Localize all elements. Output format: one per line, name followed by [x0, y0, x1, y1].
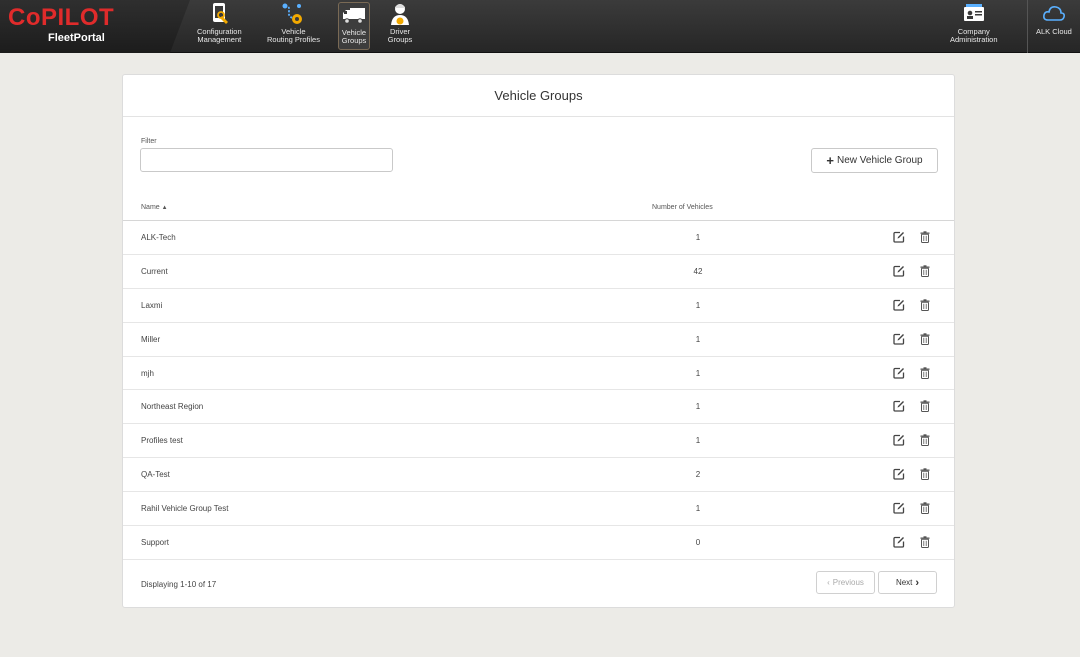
new-vehicle-group-label: New Vehicle Group	[836, 155, 923, 166]
trash-icon[interactable]	[920, 468, 930, 481]
nav-company-administration[interactable]: Company Administration	[950, 2, 998, 50]
table-row: ALK-Tech 1	[123, 221, 954, 255]
trash-icon[interactable]	[920, 265, 930, 277]
vehicle-groups-panel: Vehicle Groups Filter + New Vehicle Grou…	[122, 74, 955, 608]
vehicle-count: 1	[695, 334, 701, 344]
group-name: Laxmi	[141, 300, 163, 310]
edit-icon[interactable]	[893, 367, 905, 379]
sort-ascending-icon: ▲	[161, 205, 168, 211]
table-row: Northeast Region 1	[123, 390, 954, 425]
trash-icon[interactable]	[920, 366, 930, 379]
column-header-name[interactable]: Name ▲	[141, 204, 168, 211]
nav-driver-groups-label-2: Groups	[387, 35, 413, 44]
driver-icon	[391, 4, 409, 25]
group-name: Northeast Region	[141, 402, 204, 412]
trash-icon[interactable]	[920, 536, 930, 549]
group-name: Support	[141, 538, 170, 548]
page-title: Vehicle Groups	[123, 75, 954, 117]
column-name-label: Name	[141, 204, 160, 211]
nav-cloud-label: ALK Cloud	[1036, 27, 1072, 36]
filter-input[interactable]	[140, 148, 393, 172]
group-name: QA-Test	[141, 470, 170, 480]
nav-driver-groups[interactable]: Driver Groups	[387, 2, 413, 50]
vehicle-count: 1	[695, 402, 701, 412]
next-page-button[interactable]: Next ›	[878, 571, 937, 594]
trash-icon[interactable]	[920, 502, 930, 515]
trash-icon[interactable]	[920, 299, 930, 311]
group-name: Miller	[141, 334, 161, 344]
group-name: ALK-Tech	[141, 233, 176, 242]
vehicle-count: 1	[695, 504, 701, 514]
table-row: Profiles test 1	[123, 424, 954, 459]
trash-icon[interactable]	[920, 332, 930, 345]
vehicle-count: 1	[695, 436, 701, 446]
vehicle-count: 1	[695, 368, 701, 378]
edit-icon[interactable]	[893, 468, 905, 480]
group-name: Profiles test	[141, 436, 183, 446]
table-row: QA-Test 2	[123, 458, 954, 493]
table-row: Support 0	[123, 526, 954, 560]
nav-alk-cloud[interactable]: ALK Cloud	[1036, 2, 1072, 50]
vehicle-count: 42	[693, 266, 703, 276]
nav-company-label-2: Administration	[950, 35, 998, 44]
trash-icon[interactable]	[920, 231, 930, 243]
vehicle-count: 0	[695, 538, 701, 548]
cloud-icon	[1042, 6, 1065, 21]
vehicle-count: 1	[695, 233, 701, 242]
trash-icon[interactable]	[920, 400, 930, 413]
nav-vehicle-groups[interactable]: Vehicle Groups	[338, 2, 370, 50]
top-nav-bar: CoPILOT FleetPortal Configuration Manage…	[0, 0, 1080, 53]
previous-label: Previous	[832, 578, 864, 587]
fleetportal-label: FleetPortal	[48, 32, 105, 44]
group-name: Rahil Vehicle Group Test	[141, 504, 229, 514]
table-row: mjh 1	[123, 357, 954, 391]
vehicle-groups-table: ALK-Tech 1 Current 42 Laxmi 1 Miller 1 mjh 1 North…	[123, 221, 954, 560]
table-row: Rahil Vehicle Group Test 1	[123, 492, 954, 527]
filter-label: Filter	[141, 138, 157, 145]
group-name: mjh	[141, 368, 154, 378]
group-name: Current	[141, 266, 168, 276]
trash-icon[interactable]	[920, 434, 930, 447]
edit-icon[interactable]	[893, 536, 905, 548]
vehicle-count: 1	[695, 300, 701, 310]
route-gear-icon	[282, 3, 303, 24]
column-header-count[interactable]: Number of Vehicles	[652, 204, 713, 211]
id-card-icon	[963, 4, 984, 21]
nav-routing-label-2: Routing Profiles	[267, 35, 320, 44]
chevron-right-icon: ›	[915, 576, 920, 589]
next-label: Next	[895, 578, 913, 587]
nav-divider	[1027, 0, 1028, 53]
table-row: Laxmi 1	[123, 289, 954, 323]
copilot-logo: CoPILOT	[8, 4, 115, 31]
phone-wrench-icon	[213, 3, 229, 24]
chevron-left-icon: ‹	[827, 578, 830, 587]
brand[interactable]: CoPILOT FleetPortal	[0, 0, 190, 53]
pagination-status: Displaying 1-10 of 17	[141, 580, 217, 589]
edit-icon[interactable]	[893, 231, 905, 243]
previous-page-button[interactable]: ‹ Previous	[816, 571, 875, 594]
edit-icon[interactable]	[893, 400, 905, 413]
new-vehicle-group-button[interactable]: + New Vehicle Group	[811, 148, 938, 173]
nav-config-label-2: Management	[197, 35, 242, 44]
nav-configuration-management[interactable]: Configuration Management	[197, 2, 242, 50]
nav-vehicle-routing-profiles[interactable]: Vehicle Routing Profiles	[267, 2, 320, 50]
nav-vehicle-groups-label-2: Groups	[341, 36, 367, 45]
edit-icon[interactable]	[893, 265, 905, 277]
truck-icon	[343, 8, 365, 24]
edit-icon[interactable]	[893, 434, 905, 446]
vehicle-count: 2	[695, 470, 701, 480]
table-row: Miller 1	[123, 323, 954, 357]
plus-icon: +	[826, 152, 834, 168]
edit-icon[interactable]	[893, 333, 905, 345]
edit-icon[interactable]	[893, 502, 905, 514]
edit-icon[interactable]	[893, 299, 905, 311]
table-row: Current 42	[123, 255, 954, 289]
